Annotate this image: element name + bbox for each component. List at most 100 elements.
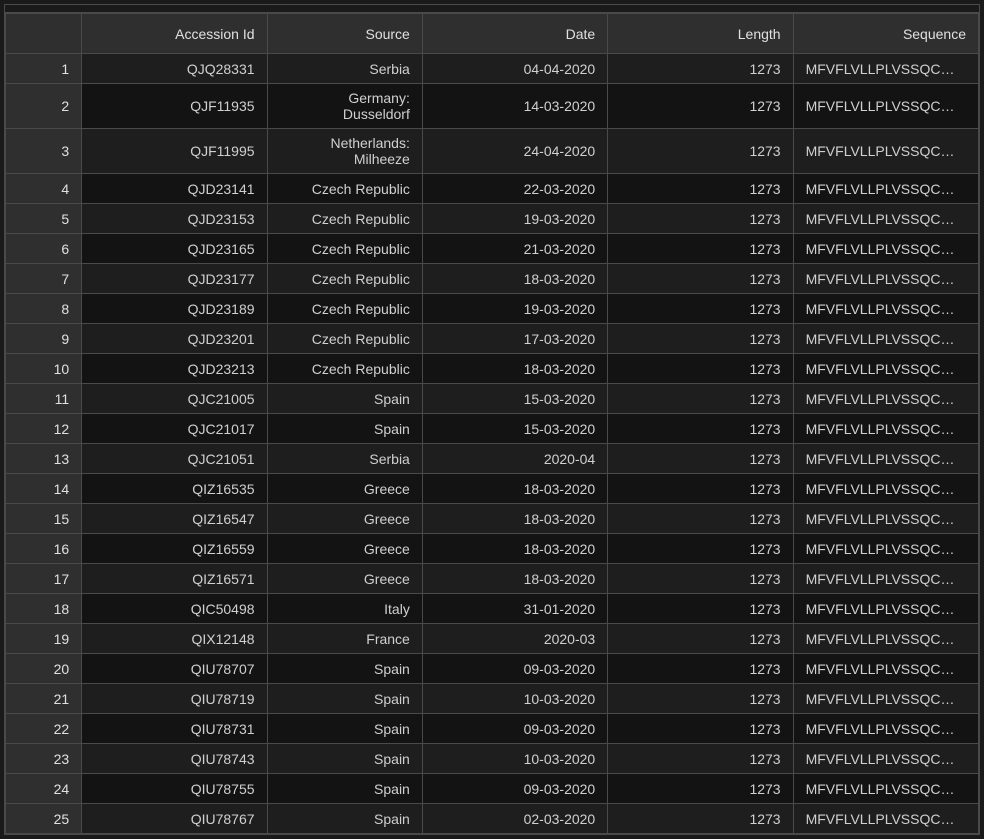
cell-sequence[interactable]: MFVFLVLLPLVSSQC… bbox=[793, 264, 978, 294]
cell-accession-id[interactable]: QIZ16535 bbox=[82, 474, 267, 504]
cell-sequence[interactable]: MFVFLVLLPLVSSQC… bbox=[793, 414, 978, 444]
cell-date[interactable]: 22-03-2020 bbox=[422, 174, 607, 204]
cell-accession-id[interactable]: QIX12148 bbox=[82, 624, 267, 654]
cell-source[interactable]: Spain bbox=[267, 744, 422, 774]
cell-sequence[interactable]: MFVFLVLLPLVSSQC… bbox=[793, 234, 978, 264]
cell-date[interactable]: 18-03-2020 bbox=[422, 504, 607, 534]
cell-sequence[interactable]: MFVFLVLLPLVSSQC… bbox=[793, 714, 978, 744]
cell-row-num[interactable]: 5 bbox=[6, 204, 82, 234]
cell-length[interactable]: 1273 bbox=[608, 129, 793, 174]
table-row[interactable]: 15QIZ16547Greece18-03-20201273MFVFLVLLPL… bbox=[6, 504, 979, 534]
cell-date[interactable]: 14-03-2020 bbox=[422, 84, 607, 129]
cell-length[interactable]: 1273 bbox=[608, 414, 793, 444]
cell-length[interactable]: 1273 bbox=[608, 654, 793, 684]
cell-row-num[interactable]: 20 bbox=[6, 654, 82, 684]
cell-date[interactable]: 19-03-2020 bbox=[422, 204, 607, 234]
cell-accession-id[interactable]: QJC21051 bbox=[82, 444, 267, 474]
cell-sequence[interactable]: MFVFLVLLPLVSSQC… bbox=[793, 129, 978, 174]
cell-sequence[interactable]: MFVFLVLLPLVSSQC… bbox=[793, 444, 978, 474]
cell-accession-id[interactable]: QIC50498 bbox=[82, 594, 267, 624]
cell-row-num[interactable]: 17 bbox=[6, 564, 82, 594]
cell-accession-id[interactable]: QIZ16559 bbox=[82, 534, 267, 564]
cell-date[interactable]: 15-03-2020 bbox=[422, 384, 607, 414]
cell-length[interactable]: 1273 bbox=[608, 84, 793, 129]
cell-sequence[interactable]: MFVFLVLLPLVSSQC… bbox=[793, 804, 978, 834]
cell-source[interactable]: Italy bbox=[267, 594, 422, 624]
cell-length[interactable]: 1273 bbox=[608, 564, 793, 594]
cell-length[interactable]: 1273 bbox=[608, 714, 793, 744]
cell-accession-id[interactable]: QIZ16547 bbox=[82, 504, 267, 534]
cell-date[interactable]: 21-03-2020 bbox=[422, 234, 607, 264]
cell-sequence[interactable]: MFVFLVLLPLVSSQC… bbox=[793, 474, 978, 504]
cell-row-num[interactable]: 24 bbox=[6, 774, 82, 804]
cell-date[interactable]: 02-03-2020 bbox=[422, 804, 607, 834]
table-row[interactable]: 4QJD23141Czech Republic22-03-20201273MFV… bbox=[6, 174, 979, 204]
table-row[interactable]: 9QJD23201Czech Republic17-03-20201273MFV… bbox=[6, 324, 979, 354]
cell-source[interactable]: Greece bbox=[267, 474, 422, 504]
cell-date[interactable]: 2020-03 bbox=[422, 624, 607, 654]
cell-accession-id[interactable]: QJF11935 bbox=[82, 84, 267, 129]
cell-sequence[interactable]: MFVFLVLLPLVSSQC… bbox=[793, 564, 978, 594]
cell-accession-id[interactable]: QIU78707 bbox=[82, 654, 267, 684]
header-length[interactable]: Length bbox=[608, 14, 793, 54]
cell-accession-id[interactable]: QIU78731 bbox=[82, 714, 267, 744]
cell-sequence[interactable]: MFVFLVLLPLVSSQC… bbox=[793, 594, 978, 624]
cell-accession-id[interactable]: QJD23177 bbox=[82, 264, 267, 294]
cell-row-num[interactable]: 4 bbox=[6, 174, 82, 204]
cell-sequence[interactable]: MFVFLVLLPLVSSQC… bbox=[793, 54, 978, 84]
cell-row-num[interactable]: 7 bbox=[6, 264, 82, 294]
cell-source[interactable]: Czech Republic bbox=[267, 354, 422, 384]
cell-date[interactable]: 18-03-2020 bbox=[422, 474, 607, 504]
cell-accession-id[interactable]: QJD23165 bbox=[82, 234, 267, 264]
cell-length[interactable]: 1273 bbox=[608, 354, 793, 384]
table-row[interactable]: 21QIU78719Spain10-03-20201273MFVFLVLLPLV… bbox=[6, 684, 979, 714]
table-row[interactable]: 11QJC21005Spain15-03-20201273MFVFLVLLPLV… bbox=[6, 384, 979, 414]
table-row[interactable]: 6QJD23165Czech Republic21-03-20201273MFV… bbox=[6, 234, 979, 264]
cell-length[interactable]: 1273 bbox=[608, 684, 793, 714]
cell-length[interactable]: 1273 bbox=[608, 504, 793, 534]
cell-source[interactable]: Netherlands: Milheeze bbox=[267, 129, 422, 174]
cell-accession-id[interactable]: QJD23213 bbox=[82, 354, 267, 384]
cell-length[interactable]: 1273 bbox=[608, 624, 793, 654]
table-row[interactable]: 8QJD23189Czech Republic19-03-20201273MFV… bbox=[6, 294, 979, 324]
cell-source[interactable]: Spain bbox=[267, 804, 422, 834]
cell-row-num[interactable]: 14 bbox=[6, 474, 82, 504]
cell-length[interactable]: 1273 bbox=[608, 54, 793, 84]
cell-date[interactable]: 19-03-2020 bbox=[422, 294, 607, 324]
cell-accession-id[interactable]: QJD23189 bbox=[82, 294, 267, 324]
cell-row-num[interactable]: 3 bbox=[6, 129, 82, 174]
cell-sequence[interactable]: MFVFLVLLPLVSSQC… bbox=[793, 684, 978, 714]
cell-accession-id[interactable]: QIZ16571 bbox=[82, 564, 267, 594]
cell-length[interactable]: 1273 bbox=[608, 444, 793, 474]
cell-accession-id[interactable]: QJC21017 bbox=[82, 414, 267, 444]
header-date[interactable]: Date bbox=[422, 14, 607, 54]
cell-sequence[interactable]: MFVFLVLLPLVSSQC… bbox=[793, 534, 978, 564]
cell-date[interactable]: 2020-04 bbox=[422, 444, 607, 474]
cell-length[interactable]: 1273 bbox=[608, 744, 793, 774]
cell-source[interactable]: Spain bbox=[267, 684, 422, 714]
cell-row-num[interactable]: 8 bbox=[6, 294, 82, 324]
cell-sequence[interactable]: MFVFLVLLPLVSSQC… bbox=[793, 504, 978, 534]
cell-accession-id[interactable]: QIU78719 bbox=[82, 684, 267, 714]
table-row[interactable]: 19QIX12148France2020-031273MFVFLVLLPLVSS… bbox=[6, 624, 979, 654]
cell-accession-id[interactable]: QJD23201 bbox=[82, 324, 267, 354]
cell-source[interactable]: Serbia bbox=[267, 54, 422, 84]
cell-date[interactable]: 04-04-2020 bbox=[422, 54, 607, 84]
cell-row-num[interactable]: 16 bbox=[6, 534, 82, 564]
table-row[interactable]: 25QIU78767Spain02-03-20201273MFVFLVLLPLV… bbox=[6, 804, 979, 834]
cell-date[interactable]: 18-03-2020 bbox=[422, 354, 607, 384]
cell-accession-id[interactable]: QJF11995 bbox=[82, 129, 267, 174]
cell-row-num[interactable]: 2 bbox=[6, 84, 82, 129]
cell-sequence[interactable]: MFVFLVLLPLVSSQC… bbox=[793, 294, 978, 324]
header-source[interactable]: Source bbox=[267, 14, 422, 54]
table-row[interactable]: 17QIZ16571Greece18-03-20201273MFVFLVLLPL… bbox=[6, 564, 979, 594]
cell-source[interactable]: Czech Republic bbox=[267, 174, 422, 204]
cell-accession-id[interactable]: QJD23141 bbox=[82, 174, 267, 204]
cell-date[interactable]: 18-03-2020 bbox=[422, 534, 607, 564]
cell-sequence[interactable]: MFVFLVLLPLVSSQC… bbox=[793, 84, 978, 129]
table-row[interactable]: 5QJD23153Czech Republic19-03-20201273MFV… bbox=[6, 204, 979, 234]
cell-length[interactable]: 1273 bbox=[608, 234, 793, 264]
cell-accession-id[interactable]: QJC21005 bbox=[82, 384, 267, 414]
cell-sequence[interactable]: MFVFLVLLPLVSSQC… bbox=[793, 774, 978, 804]
table-row[interactable]: 18QIC50498Italy31-01-20201273MFVFLVLLPLV… bbox=[6, 594, 979, 624]
